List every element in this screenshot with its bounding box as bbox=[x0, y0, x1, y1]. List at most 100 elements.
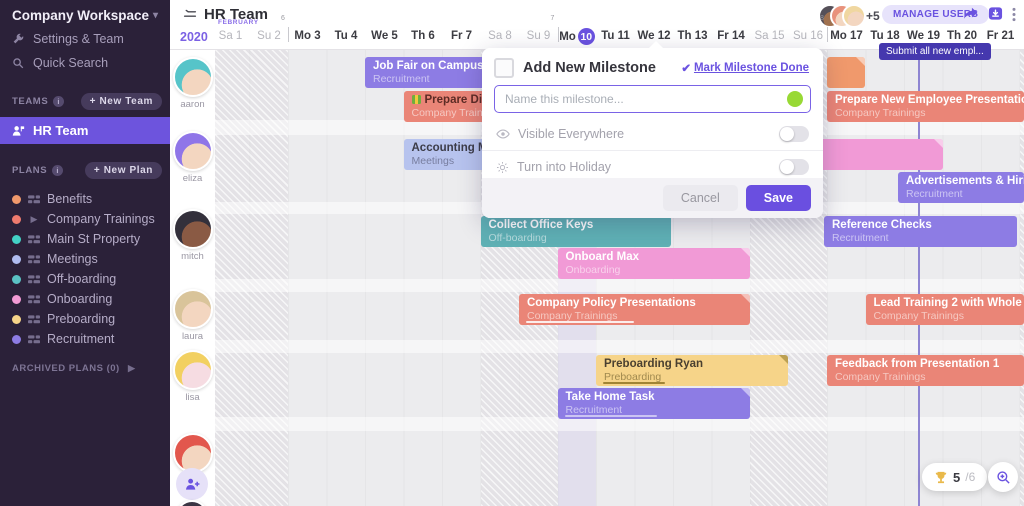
member[interactable]: laura bbox=[172, 289, 213, 342]
plan-bars-icon bbox=[28, 315, 40, 324]
avatar[interactable] bbox=[173, 209, 213, 249]
task-bar[interactable]: Collect Office Keys Off-boarding bbox=[481, 216, 671, 247]
avatar[interactable] bbox=[176, 500, 208, 506]
day-label[interactable]: Tu 18 bbox=[866, 30, 905, 42]
day-label[interactable]: Fr 14 bbox=[712, 30, 751, 42]
inbox-icon[interactable] bbox=[988, 6, 1003, 26]
modal-title: Add New Milestone bbox=[523, 60, 656, 76]
task-bar[interactable]: Preboarding Ryan Preboarding bbox=[596, 355, 788, 386]
plans-label: PLANS bbox=[12, 165, 47, 176]
plan-bars-icon bbox=[28, 255, 40, 264]
new-team-button[interactable]: + New Team bbox=[81, 93, 162, 110]
plan-color-dot bbox=[12, 195, 21, 204]
visible-everywhere-toggle[interactable] bbox=[779, 126, 809, 142]
save-button[interactable]: Save bbox=[746, 185, 811, 211]
extra-users-count[interactable]: +5 bbox=[866, 9, 880, 23]
milestone-color-dot[interactable] bbox=[787, 91, 803, 107]
day-label[interactable]: Su 16 bbox=[789, 30, 828, 42]
day-label[interactable]: Mo 3 bbox=[288, 30, 327, 42]
timeline-year[interactable]: 2020 bbox=[180, 30, 208, 44]
cancel-button[interactable]: Cancel bbox=[663, 185, 738, 211]
plan-label: Onboarding bbox=[47, 292, 112, 306]
task-bar[interactable]: Company Policy Presentations Company Tra… bbox=[519, 294, 750, 325]
task-bar[interactable]: Lead Training 2 with Whole Team Company … bbox=[866, 294, 1024, 325]
task-bar[interactable] bbox=[827, 57, 865, 88]
app-window: Job Fair on Campus Recruitment Prepare D… bbox=[0, 0, 1024, 506]
collapse-sidebar-icon[interactable] bbox=[182, 7, 198, 25]
sidebar-item-settings[interactable]: Settings & Team bbox=[0, 27, 170, 51]
day-label-today[interactable]: Mo 10 bbox=[558, 28, 597, 45]
info-icon[interactable]: i bbox=[53, 96, 64, 107]
more-menu-icon[interactable] bbox=[1012, 7, 1016, 27]
fold-corner-icon bbox=[934, 139, 943, 148]
member[interactable]: lisa bbox=[172, 350, 213, 403]
day-label[interactable]: Sa 1 bbox=[211, 30, 250, 42]
mark-milestone-done-link[interactable]: ✔ Mark Milestone Done bbox=[681, 61, 809, 75]
task-bar[interactable]: Prepare New Employee Presentation Compan… bbox=[827, 91, 1024, 122]
day-label[interactable]: Th 20 bbox=[943, 30, 982, 42]
chevron-right-icon[interactable]: ▶ bbox=[28, 214, 40, 225]
task-title: Feedback from Presentation 1 bbox=[835, 358, 1016, 371]
day-label[interactable]: Sa 15 bbox=[750, 30, 789, 42]
day-label[interactable]: Su 2 bbox=[250, 30, 289, 42]
info-icon[interactable]: i bbox=[52, 165, 63, 176]
member[interactable]: aaron bbox=[172, 57, 213, 110]
workspace-switcher[interactable]: Company Workspace ▾ bbox=[0, 0, 170, 27]
task-bar[interactable]: Reference Checks Recruitment bbox=[824, 216, 1017, 247]
day-label[interactable]: Fr 21 bbox=[981, 30, 1020, 42]
row-separator bbox=[215, 417, 1024, 431]
sidebar-item-off-boarding[interactable]: Off-boarding bbox=[0, 269, 170, 289]
avatar[interactable] bbox=[173, 350, 213, 390]
milestone-name-input[interactable] bbox=[494, 85, 811, 113]
sidebar-item-label: Quick Search bbox=[33, 56, 108, 70]
archived-plans-toggle[interactable]: ARCHIVED PLANS (0) ▶ bbox=[0, 363, 170, 374]
user-avatar[interactable] bbox=[842, 4, 866, 28]
sidebar-item-meetings[interactable]: Meetings bbox=[0, 249, 170, 269]
avatar[interactable] bbox=[173, 289, 213, 329]
day-label[interactable]: Su 9 bbox=[519, 30, 558, 42]
sidebar-item-hr-team[interactable]: HR Team bbox=[0, 117, 170, 144]
sidebar-item-search[interactable]: Quick Search bbox=[0, 51, 170, 75]
new-plan-button[interactable]: + New Plan bbox=[85, 162, 162, 179]
add-member-button[interactable] bbox=[176, 468, 208, 500]
sidebar-item-recruitment[interactable]: Recruitment bbox=[0, 329, 170, 349]
plan-label: Meetings bbox=[47, 252, 98, 266]
day-label[interactable]: Th 13 bbox=[673, 30, 712, 42]
task-bar[interactable]: Take Home Task Recruitment bbox=[558, 388, 750, 419]
day-label[interactable]: We 19 bbox=[904, 30, 943, 42]
member[interactable]: mitch bbox=[172, 209, 213, 262]
today-date-badge: 10 bbox=[578, 28, 595, 45]
sidebar-item-company-trainings[interactable]: ▶ Company Trainings bbox=[0, 209, 170, 229]
task-bar[interactable]: Feedback from Presentation 1 Company Tra… bbox=[827, 355, 1024, 386]
avatar[interactable] bbox=[173, 57, 213, 97]
sidebar-item-main-st-property[interactable]: Main St Property bbox=[0, 229, 170, 249]
member[interactable] bbox=[172, 433, 213, 473]
person-add-icon bbox=[185, 477, 200, 491]
avatar[interactable] bbox=[173, 131, 213, 171]
day-label[interactable]: Mo 17 bbox=[827, 30, 866, 42]
sidebar-item-preboarding[interactable]: Preboarding bbox=[0, 309, 170, 329]
plan-label: Off-boarding bbox=[47, 272, 116, 286]
task-bar[interactable]: Advertisements & Hiring Campaign Recruit… bbox=[898, 172, 1024, 203]
task-title: Prepare New Employee Presentation bbox=[835, 94, 1016, 107]
day-label[interactable]: Sa 8 bbox=[481, 30, 520, 42]
member[interactable]: eliza bbox=[172, 131, 213, 184]
goals-progress-button[interactable]: 5 /6 bbox=[922, 463, 987, 491]
day-label[interactable]: Tu 11 bbox=[596, 30, 635, 42]
chevron-right-icon: ▶ bbox=[126, 363, 138, 374]
wrench-icon bbox=[12, 33, 24, 45]
avatar[interactable] bbox=[173, 433, 213, 473]
day-label[interactable]: Fr 7 bbox=[442, 30, 481, 42]
sidebar-item-benefits[interactable]: Benefits bbox=[0, 189, 170, 209]
sidebar-item-onboarding[interactable]: Onboarding bbox=[0, 289, 170, 309]
day-label[interactable]: Tu 4 bbox=[327, 30, 366, 42]
turn-into-holiday-toggle[interactable] bbox=[779, 159, 809, 175]
member-name: lisa bbox=[172, 392, 213, 403]
task-bar[interactable]: Onboard Max Onboarding bbox=[558, 248, 750, 279]
day-label[interactable]: Th 6 bbox=[404, 30, 443, 42]
day-label[interactable]: We 5 bbox=[365, 30, 404, 42]
milestone-checkbox[interactable] bbox=[494, 58, 514, 78]
member-name: aaron bbox=[172, 99, 213, 110]
zoom-button[interactable] bbox=[988, 462, 1018, 492]
share-icon[interactable] bbox=[963, 6, 978, 26]
